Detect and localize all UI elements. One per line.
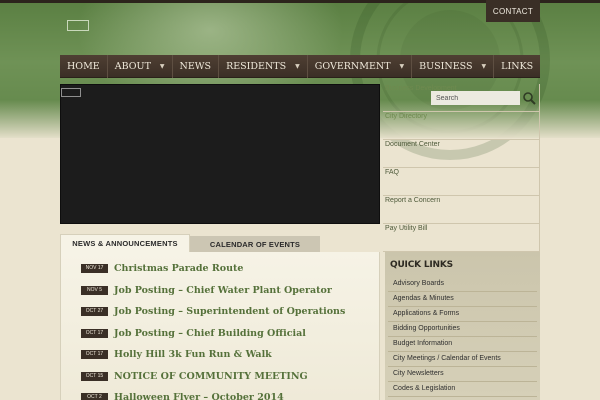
news-date-badge: OCT 17	[81, 328, 108, 338]
news-date-badge: NOV 17	[81, 263, 108, 273]
news-title-link[interactable]: Job Posting – Superintendent of Operatio…	[114, 306, 345, 317]
quick-link-item[interactable]: Bidding Opportunities	[388, 323, 537, 337]
nav-item-news[interactable]: NEWS	[173, 54, 220, 78]
chevron-down-icon: ▼	[159, 62, 165, 70]
quick-link-item[interactable]: Agendas & Minutes	[388, 293, 537, 307]
slider-control[interactable]	[61, 88, 81, 97]
nav-item-label: ABOUT	[114, 60, 151, 72]
sidebar-link[interactable]: Report a Concern	[383, 196, 540, 224]
news-item[interactable]: OCT 27 Job Posting – Superintendent of Op…	[81, 303, 345, 319]
nav-item-label: BUSINESS	[419, 60, 473, 72]
nav-item-business[interactable]: BUSINESS ▼	[412, 54, 495, 78]
nav-item-government[interactable]: GOVERNMENT ▼	[308, 54, 413, 78]
sidebar-link[interactable]: City Directory	[383, 112, 540, 140]
news-item[interactable]: OCT 17 Holly Hill 3k Fun Run & Walk	[81, 346, 272, 362]
chevron-down-icon: ▼	[295, 62, 300, 70]
chevron-down-icon: ▼	[399, 62, 405, 70]
news-item[interactable]: OCT 17 Job Posting – Chief Building Offic…	[81, 325, 306, 341]
quick-link-item[interactable]: City Meetings / Calendar of Events	[388, 353, 537, 367]
news-date-badge: OCT 17	[81, 349, 108, 359]
quick-links-heading: QUICK LINKS	[390, 260, 453, 270]
news-item[interactable]: NOV 5 Job Posting – Chief Water Plant Ope…	[81, 282, 332, 298]
search-input[interactable]	[431, 91, 520, 105]
sidebar-link[interactable]: Document Center	[383, 140, 540, 168]
news-title-link[interactable]: Halloween Flyer – October 2014	[114, 392, 284, 400]
news-title-link[interactable]: Christmas Parade Route	[114, 263, 243, 274]
main-navigation: HOME ABOUT ▼ NEWS RESIDENTS ▼ GOVERNMENT ▼ BUSIN…	[60, 54, 540, 78]
quick-link-item[interactable]: Advisory Boards	[388, 278, 537, 292]
nav-item-links[interactable]: LINKS	[494, 55, 540, 78]
news-item[interactable]: OCT 15 NOTICE OF COMMUNITY MEETING	[81, 368, 308, 384]
news-title-link[interactable]: Job Posting – Chief Building Official	[114, 328, 306, 339]
nav-item-home[interactable]: HOME	[60, 54, 108, 78]
news-list: NOV 17 Christmas Parade Route NOV 5 Job Pos…	[60, 252, 380, 400]
quick-link-item[interactable]: City Newsletters	[388, 368, 537, 382]
site-logo[interactable]	[67, 20, 89, 31]
news-tabs: NEWS & ANNOUNCEMENTS CALENDAR OF EVENTS	[60, 234, 380, 252]
news-item[interactable]: NOV 17 Christmas Parade Route	[81, 260, 243, 276]
nav-item-residents[interactable]: RESIDENTS ▼	[219, 54, 308, 78]
quick-link-item[interactable]: Applications & Forms	[388, 308, 537, 322]
chevron-down-icon: ▼	[481, 62, 487, 70]
quick-links-panel: QUICK LINKS Advisory Boards Agendas & Min…	[385, 252, 540, 400]
sidebar-links: Business Development City Directory Docume…	[383, 84, 540, 252]
tab-calendar-events[interactable]: CALENDAR OF EVENTS	[190, 236, 320, 252]
sidebar-link[interactable]: FAQ	[383, 168, 540, 196]
search-icon[interactable]	[522, 91, 536, 105]
featured-slider[interactable]	[60, 84, 380, 224]
sidebar-link[interactable]: Pay Utility Bill	[383, 224, 540, 252]
news-date-badge: OCT 15	[81, 371, 108, 381]
news-title-link[interactable]: NOTICE OF COMMUNITY MEETING	[114, 371, 308, 382]
quick-link-item[interactable]: Budget Information	[388, 338, 537, 352]
news-title-link[interactable]: Holly Hill 3k Fun Run & Walk	[114, 349, 272, 360]
news-title-link[interactable]: Job Posting – Chief Water Plant Operator	[114, 285, 332, 296]
contact-button[interactable]: CONTACT	[486, 0, 540, 22]
news-date-badge: OCT 27	[81, 306, 108, 316]
news-item[interactable]: OCT 2 Halloween Flyer – October 2014	[81, 389, 284, 400]
nav-item-label: NEWS	[179, 60, 212, 72]
nav-item-label: LINKS	[501, 60, 534, 72]
quick-link-item[interactable]: Codes & Legislation	[388, 383, 537, 397]
news-date-badge: NOV 5	[81, 285, 108, 295]
nav-item-about[interactable]: ABOUT ▼	[108, 54, 173, 78]
nav-item-label: HOME	[67, 60, 100, 72]
nav-item-label: GOVERNMENT	[314, 60, 391, 72]
tab-news-announcements[interactable]: NEWS & ANNOUNCEMENTS	[60, 234, 190, 252]
news-date-badge: OCT 2	[81, 392, 108, 400]
nav-item-label: RESIDENTS	[226, 60, 287, 72]
